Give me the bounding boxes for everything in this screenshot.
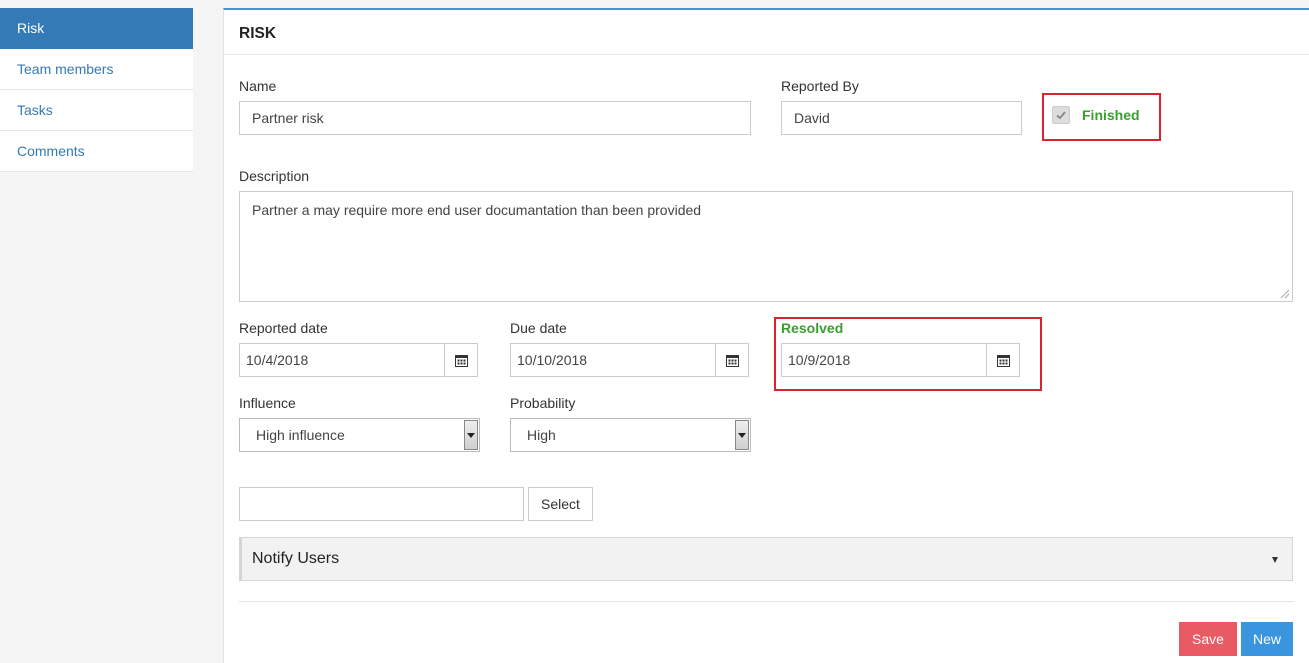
caret-down-icon bbox=[1272, 557, 1278, 563]
finished-checkbox[interactable] bbox=[1052, 106, 1070, 124]
due-date-calendar-button[interactable] bbox=[715, 343, 749, 377]
influence-selected-value: High influence bbox=[256, 427, 345, 443]
chevron-down-icon bbox=[738, 432, 746, 438]
probability-selected-value: High bbox=[527, 427, 556, 443]
select-button[interactable]: Select bbox=[528, 487, 593, 521]
due-date-label: Due date bbox=[510, 320, 567, 336]
sidebar: Risk Team members Tasks Comments bbox=[0, 8, 193, 172]
chevron-down-icon bbox=[467, 432, 475, 438]
sidebar-item-team-members[interactable]: Team members bbox=[0, 49, 193, 90]
resolved-label: Resolved bbox=[781, 320, 844, 336]
influence-dropdown-arrow[interactable] bbox=[464, 420, 478, 450]
sidebar-item-comments[interactable]: Comments bbox=[0, 131, 193, 172]
divider bbox=[239, 601, 1294, 602]
notify-users-label: Notify Users bbox=[252, 550, 340, 567]
save-button[interactable]: Save bbox=[1179, 622, 1237, 656]
new-button[interactable]: New bbox=[1241, 622, 1293, 656]
calendar-icon bbox=[725, 354, 739, 367]
user-select-input[interactable] bbox=[239, 487, 524, 521]
page-title: RISK bbox=[239, 25, 277, 42]
influence-label: Influence bbox=[239, 395, 296, 411]
resolved-date-calendar-button[interactable] bbox=[986, 343, 1020, 377]
finished-label: Finished bbox=[1082, 107, 1140, 123]
description-textarea[interactable]: Partner a may require more end user docu… bbox=[239, 191, 1293, 302]
title-divider bbox=[224, 54, 1309, 55]
calendar-icon bbox=[454, 354, 468, 367]
notify-users-accordion[interactable]: Notify Users bbox=[239, 537, 1293, 581]
probability-dropdown-arrow[interactable] bbox=[735, 420, 749, 450]
sidebar-item-tasks[interactable]: Tasks bbox=[0, 90, 193, 131]
reported-date-label: Reported date bbox=[239, 320, 328, 336]
reported-by-label: Reported By bbox=[781, 78, 859, 94]
probability-select[interactable]: High bbox=[510, 418, 751, 452]
probability-label: Probability bbox=[510, 395, 576, 411]
sidebar-item-risk[interactable]: Risk bbox=[0, 8, 193, 49]
calendar-icon bbox=[996, 354, 1010, 367]
name-label: Name bbox=[239, 78, 277, 94]
resize-handle[interactable] bbox=[1281, 290, 1289, 298]
check-icon bbox=[1056, 111, 1066, 120]
description-text: Partner a may require more end user docu… bbox=[252, 202, 702, 218]
influence-select[interactable]: High influence bbox=[239, 418, 480, 452]
reported-date-calendar-button[interactable] bbox=[444, 343, 478, 377]
description-label: Description bbox=[239, 168, 310, 184]
resolved-date-input[interactable]: 10/9/2018 bbox=[781, 343, 987, 377]
reported-by-input[interactable]: David bbox=[781, 101, 1022, 135]
name-input[interactable]: Partner risk bbox=[239, 101, 751, 135]
reported-date-input[interactable]: 10/4/2018 bbox=[239, 343, 445, 377]
due-date-input[interactable]: 10/10/2018 bbox=[510, 343, 716, 377]
